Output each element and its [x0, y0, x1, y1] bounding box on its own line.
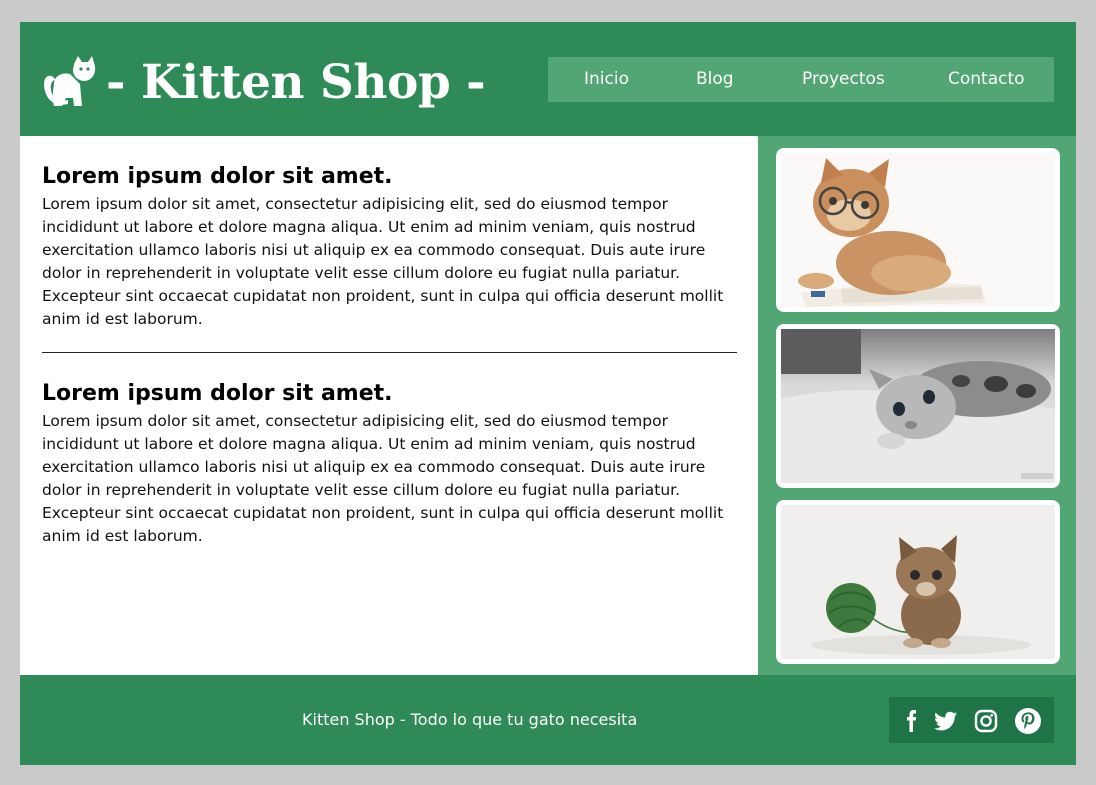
nav-item-inicio[interactable]: Inicio	[584, 69, 629, 89]
article-body: Lorem ipsum dolor sit amet, consectetur …	[42, 412, 724, 545]
photo-kitten-glasses[interactable]	[776, 148, 1060, 312]
photo-kitten-bed[interactable]	[776, 324, 1060, 488]
main-content: Lorem ipsum dolor sit amet. Lorem ipsum …	[20, 136, 758, 675]
site-title: - Kitten Shop -	[106, 54, 486, 110]
sidebar-gallery	[758, 136, 1076, 675]
kitten-yarn-image	[781, 505, 1055, 659]
nav-item-blog[interactable]: Blog	[696, 69, 734, 89]
cat-icon	[44, 56, 96, 106]
article-heading: Lorem ipsum dolor sit amet.	[42, 164, 393, 189]
pinterest-icon[interactable]	[1015, 708, 1041, 734]
article-heading: Lorem ipsum dolor sit amet.	[42, 381, 393, 406]
article: Lorem ipsum dolor sit amet. Lorem ipsum …	[42, 163, 737, 331]
nav-item-proyectos[interactable]: Proyectos	[802, 69, 885, 89]
social-links	[889, 697, 1054, 743]
page-container: - Kitten Shop - Inicio Blog Proyectos Co…	[20, 22, 1076, 765]
main-nav: Inicio Blog Proyectos Contacto	[548, 57, 1054, 102]
site-footer: Kitten Shop - Todo lo que tu gato necesi…	[20, 675, 1076, 765]
article-body: Lorem ipsum dolor sit amet, consectetur …	[42, 195, 724, 328]
footer-text: Kitten Shop - Todo lo que tu gato necesi…	[302, 710, 638, 729]
site-header: - Kitten Shop - Inicio Blog Proyectos Co…	[20, 22, 1076, 136]
instagram-icon[interactable]	[974, 709, 998, 733]
twitter-icon[interactable]	[932, 709, 960, 733]
divider	[42, 352, 737, 353]
kitten-bed-image	[781, 329, 1055, 483]
article: Lorem ipsum dolor sit amet. Lorem ipsum …	[42, 380, 737, 548]
site-logo[interactable]: - Kitten Shop -	[40, 52, 486, 112]
kitten-glasses-image	[781, 153, 1055, 307]
nav-item-contacto[interactable]: Contacto	[948, 69, 1025, 89]
photo-kitten-yarn[interactable]	[776, 500, 1060, 664]
facebook-icon[interactable]	[899, 709, 923, 733]
